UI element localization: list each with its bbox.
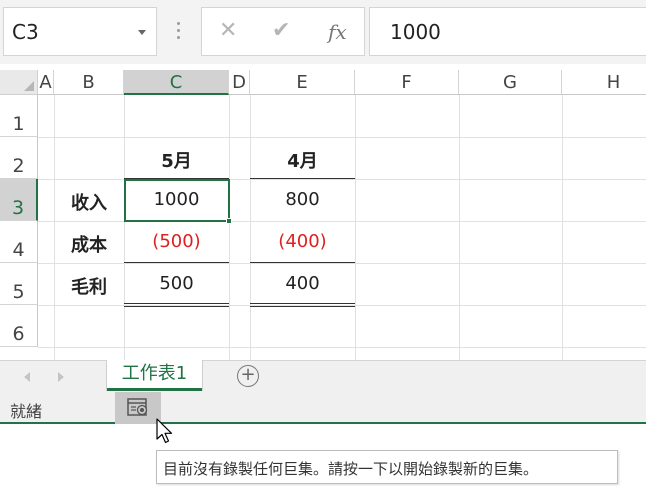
cell-border — [250, 262, 355, 263]
column-header-e[interactable]: E — [250, 70, 355, 95]
cell-e2[interactable]: 4月 — [250, 147, 355, 173]
row-header-3[interactable]: 3 — [0, 179, 38, 221]
enter-icon[interactable]: ✔ — [272, 18, 290, 43]
macro-tooltip: 目前沒有錄製任何巨集。請按一下以開始錄製新的巨集。 — [156, 450, 618, 484]
name-box[interactable]: C3 — [3, 7, 157, 56]
gridline — [562, 95, 563, 360]
status-ready-text: 就緒 — [10, 402, 43, 421]
formula-input[interactable]: 1000 — [369, 7, 646, 56]
gridline — [229, 95, 230, 360]
sheet-tab-bar: 工作表1 + — [0, 360, 646, 392]
insert-function-icon[interactable]: fx — [328, 20, 347, 44]
column-header-b[interactable]: B — [54, 70, 124, 95]
row-header-1[interactable]: 1 — [0, 95, 38, 137]
formula-buttons: ✕ ✔ fx — [201, 7, 365, 56]
formula-input-value: 1000 — [390, 20, 441, 44]
column-header-a[interactable]: A — [38, 70, 54, 95]
macro-record-icon — [127, 398, 148, 416]
next-sheet-icon[interactable] — [58, 372, 64, 382]
cell-c2[interactable]: 5月 — [124, 147, 229, 173]
cancel-icon[interactable]: ✕ — [219, 18, 237, 43]
cell-c5[interactable]: 500 — [124, 273, 229, 294]
gridline — [355, 95, 356, 360]
name-box-value: C3 — [12, 20, 39, 44]
fill-handle[interactable] — [226, 218, 232, 224]
cell-b4[interactable]: 成本 — [54, 231, 124, 257]
cell-b3[interactable]: 收入 — [54, 189, 124, 215]
mouse-pointer-icon — [156, 418, 173, 444]
cell-b5[interactable]: 毛利 — [54, 273, 124, 299]
column-header-f[interactable]: F — [355, 70, 459, 95]
gridline — [250, 95, 251, 360]
column-header-d[interactable]: D — [229, 70, 250, 95]
cell-e4[interactable]: (400) — [250, 231, 355, 252]
active-cell-selection — [124, 179, 230, 222]
column-header-g[interactable]: G — [459, 70, 562, 95]
worksheet-grid[interactable]: A B C D E F G H 1 2 3 4 5 6 5月 4月 收入 100… — [0, 70, 646, 360]
gridline — [54, 95, 55, 360]
gridline — [38, 137, 646, 138]
cell-e5[interactable]: 400 — [250, 273, 355, 294]
cell-border — [250, 178, 355, 179]
cell-c4[interactable]: (500) — [124, 231, 229, 252]
previous-sheet-icon[interactable] — [24, 372, 30, 382]
add-sheet-icon[interactable]: + — [237, 365, 259, 387]
gridline — [459, 95, 460, 360]
gridline — [38, 263, 646, 264]
sheet-tab-active[interactable]: 工作表1 — [107, 360, 202, 391]
cell-e3[interactable]: 800 — [250, 189, 355, 210]
chevron-down-icon[interactable] — [138, 30, 146, 35]
column-header-h[interactable]: H — [562, 70, 646, 95]
more-options-icon — [177, 22, 180, 42]
row-header-2[interactable]: 2 — [0, 137, 38, 179]
column-header-c[interactable]: C — [124, 70, 229, 95]
status-bar: 就緒 — [0, 392, 646, 424]
double-underline-border — [124, 303, 229, 307]
row-header-6[interactable]: 6 — [0, 305, 38, 347]
cell-border — [124, 262, 229, 263]
select-all-button[interactable] — [0, 70, 38, 95]
row-header-4[interactable]: 4 — [0, 221, 38, 263]
double-underline-border — [250, 303, 355, 307]
formula-bar: C3 ✕ ✔ fx 1000 — [0, 0, 646, 64]
gridline — [38, 347, 646, 348]
gridline — [124, 95, 125, 360]
row-header-5[interactable]: 5 — [0, 263, 38, 305]
